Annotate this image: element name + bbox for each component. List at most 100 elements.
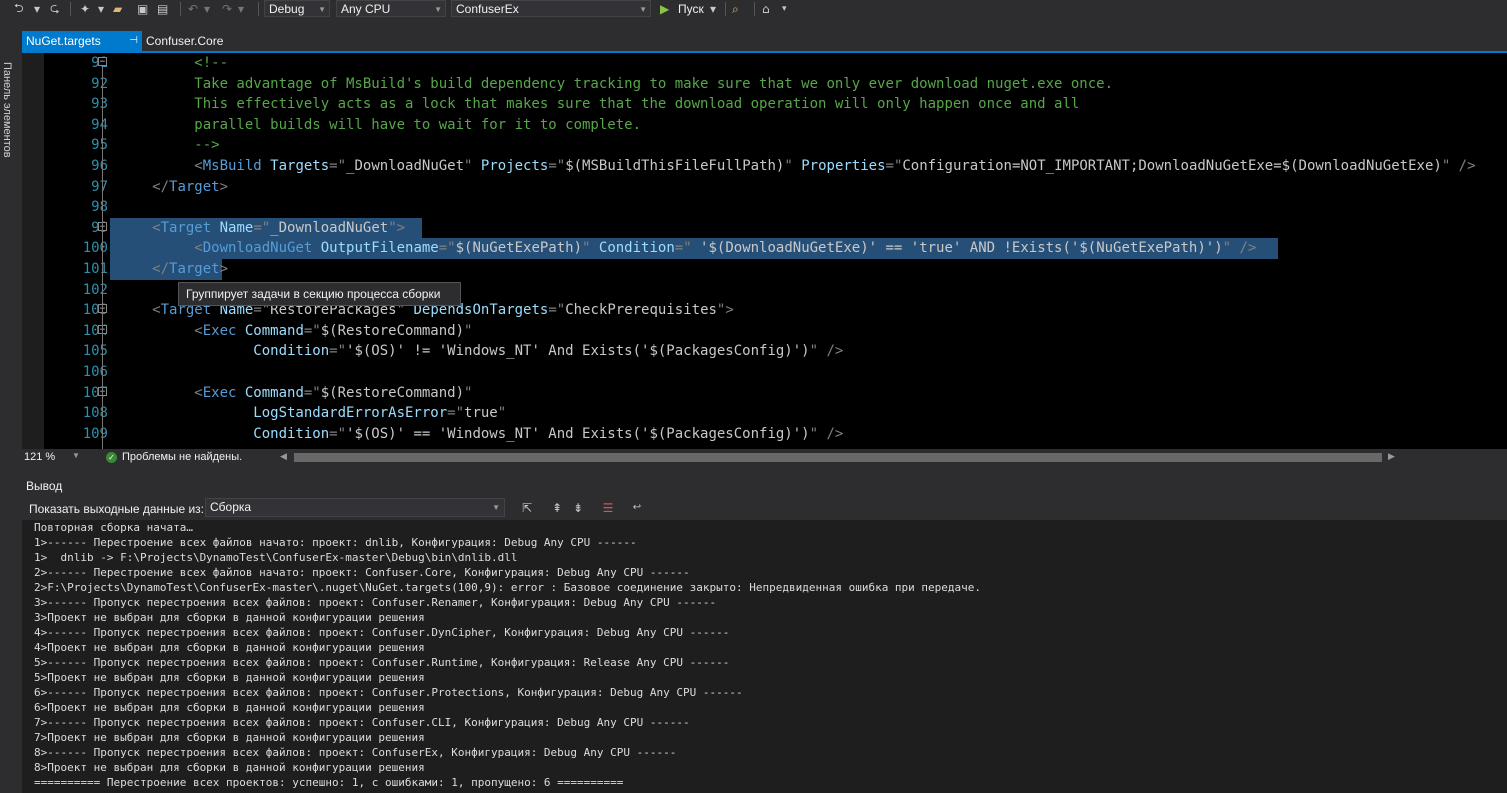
chevron-down-icon[interactable]: ▼ xyxy=(72,451,80,460)
toolbox-side-panel[interactable]: Панель элементов xyxy=(0,28,18,793)
code-line[interactable]: 99− <Target Name="_DownloadNuGet"> xyxy=(22,217,1507,239)
toolbar-overflow-icon[interactable]: ▾ xyxy=(782,2,787,16)
forward-icon[interactable]: ⮎ xyxy=(50,1,60,16)
code-token: DownloadNuGet xyxy=(202,240,313,257)
output-panel-title: Вывод xyxy=(26,479,63,493)
scroll-left-icon[interactable]: ◀ xyxy=(280,451,287,462)
code-line[interactable]: 105 Condition="'$(OS)' != 'Windows_NT' A… xyxy=(22,341,1507,362)
code-token: " xyxy=(497,405,507,422)
solution-configuration-select[interactable]: Debug ▼ xyxy=(264,0,330,17)
issues-status[interactable]: Проблемы не найдены. xyxy=(122,451,242,463)
code-line[interactable]: 106 xyxy=(22,362,1507,383)
word-wrap-icon[interactable]: ↩ xyxy=(629,500,645,516)
dropdown-arrow-icon[interactable]: ▾ xyxy=(34,2,40,16)
code-text: </Target> xyxy=(110,259,228,280)
output-line: 5>Проект не выбран для сборки в данной к… xyxy=(34,671,425,684)
code-token: =" xyxy=(329,425,347,442)
line-number: 101 xyxy=(82,261,108,277)
chevron-down-icon: ▼ xyxy=(434,5,442,14)
code-token: Condition xyxy=(110,425,330,442)
code-line[interactable]: 101 </Target> xyxy=(22,259,1507,280)
code-line[interactable]: 98 xyxy=(22,197,1507,218)
dropdown-arrow-icon[interactable]: ▾ xyxy=(238,2,244,16)
code-text: <Target Name="_DownloadNuGet"> xyxy=(110,218,405,239)
clear-all-icon[interactable]: ☰ xyxy=(600,500,616,516)
code-line[interactable]: 92 Take advantage of MsBuild's build dep… xyxy=(22,74,1507,95)
undo-icon[interactable]: ↶ xyxy=(188,2,198,16)
chevron-down-icon: ▼ xyxy=(318,5,326,14)
code-text: Condition="'$(OS)' == 'Windows_NT' And E… xyxy=(110,424,843,445)
code-line[interactable]: 104− <Exec Command="$(RestoreCommand)" xyxy=(22,321,1507,342)
output-text-area[interactable]: Повторная сборка начата… 1>------ Перестр… xyxy=(22,520,1507,793)
code-line[interactable]: 96 <MsBuild Targets="_DownloadNuGet" Pro… xyxy=(22,156,1507,177)
output-line: Повторная сборка начата… xyxy=(34,521,193,534)
editor-status-strip: 121 % ▼ ✓ Проблемы не найдены. ◀ ▶ xyxy=(22,449,1507,466)
code-token: Command xyxy=(236,384,304,401)
code-token: =" xyxy=(674,240,692,257)
code-line[interactable]: 91− <!-- xyxy=(22,53,1507,74)
play-icon[interactable]: ▶ xyxy=(660,2,669,16)
back-icon[interactable]: ⮌ xyxy=(14,1,24,16)
redo-icon[interactable]: ↷ xyxy=(222,2,232,16)
next-message-icon[interactable]: ⇟ xyxy=(570,500,586,516)
collapse-region-icon[interactable]: − xyxy=(98,57,107,67)
find-in-files-icon[interactable]: ⌕ xyxy=(732,2,739,16)
save-all-icon[interactable]: ▤ xyxy=(157,2,168,16)
code-token: =" xyxy=(303,322,321,339)
code-token: Command xyxy=(236,322,304,339)
code-token: Exec xyxy=(202,322,237,339)
quickinfo-tooltip: Группирует задачи в секцию процесса сбор… xyxy=(178,282,461,306)
start-button[interactable]: Пуск xyxy=(678,2,704,16)
zoom-level[interactable]: 121 % xyxy=(24,451,55,463)
code-token: _DownloadNuGet xyxy=(346,158,465,174)
dropdown-arrow-icon[interactable]: ▾ xyxy=(710,2,716,16)
home-icon[interactable]: ⌂ xyxy=(762,2,770,16)
new-project-icon[interactable]: ✦ xyxy=(80,2,90,16)
code-token: '$(OS)' == 'Windows_NT' And Exists('$(Pa… xyxy=(346,425,810,442)
code-token: Name xyxy=(211,219,254,236)
dropdown-arrow-icon[interactable]: ▾ xyxy=(98,2,104,16)
code-line[interactable]: 97 </Target> xyxy=(22,177,1507,198)
code-text: <MsBuild Targets="_DownloadNuGet" Projec… xyxy=(110,156,1476,177)
tab-nuget-targets[interactable]: NuGet.targets ⊣ xyxy=(22,31,142,51)
find-message-in-code-icon[interactable]: ⇱ xyxy=(519,500,535,516)
output-line: 7>------ Пропуск перестроения всех файло… xyxy=(34,716,690,729)
tab-confuser-core[interactable]: Confuser.Core xyxy=(142,31,227,51)
code-line[interactable]: 107− <Exec Command="$(RestoreCommand)" xyxy=(22,383,1507,404)
code-token: < xyxy=(110,158,203,174)
code-line[interactable]: 100 <DownloadNuGet OutputFilename="$(NuG… xyxy=(22,238,1507,259)
open-folder-icon[interactable]: ▰ xyxy=(113,2,122,16)
code-text: This effectively acts as a lock that mak… xyxy=(110,94,1079,115)
code-token: =" xyxy=(329,158,347,174)
horizontal-scrollbar-thumb[interactable] xyxy=(294,453,1382,462)
startup-project-select[interactable]: ConfuserEx ▼ xyxy=(451,0,651,17)
line-number: 97 xyxy=(91,178,108,195)
code-line[interactable]: 93 This effectively acts as a lock that … xyxy=(22,94,1507,115)
previous-message-icon[interactable]: ⇞ xyxy=(549,500,565,516)
output-source-select[interactable]: Сборка ▼ xyxy=(205,498,505,517)
line-number: 108 xyxy=(82,405,108,422)
code-token: < xyxy=(110,240,203,257)
code-token: Take advantage of MsBuild's build depend… xyxy=(110,75,1114,92)
code-line[interactable]: 95 --> xyxy=(22,135,1507,156)
save-icon[interactable]: ▣ xyxy=(137,2,148,16)
toolbox-label[interactable]: Панель элементов xyxy=(1,62,13,158)
code-line[interactable]: 109 Condition="'$(OS)' == 'Windows_NT' A… xyxy=(22,424,1507,445)
code-editor[interactable]: 91− <!--92 Take advantage of MsBuild's b… xyxy=(22,53,1507,449)
code-line[interactable]: 94 parallel builds will have to wait for… xyxy=(22,115,1507,136)
output-line: 5>------ Пропуск перестроения всех файло… xyxy=(34,656,730,669)
pin-icon[interactable]: ⊣ xyxy=(129,31,138,51)
code-line[interactable]: 108 LogStandardErrorAsError="true" xyxy=(22,403,1507,424)
solution-platform-select[interactable]: Any CPU ▼ xyxy=(336,0,446,17)
scroll-right-icon[interactable]: ▶ xyxy=(1388,451,1395,462)
fold-guide xyxy=(102,67,103,449)
code-token: " /> xyxy=(1441,158,1476,174)
output-line: 1> dnlib -> F:\Projects\DynamoTest\Confu… xyxy=(34,551,518,564)
code-token: " xyxy=(784,158,793,174)
output-line: 2>F:\Projects\DynamoTest\ConfuserEx-mast… xyxy=(34,581,982,594)
line-number: 98 xyxy=(91,199,108,216)
code-token: =" xyxy=(438,240,456,257)
output-line: 8>------ Пропуск перестроения всех файло… xyxy=(34,746,677,759)
dropdown-arrow-icon[interactable]: ▾ xyxy=(204,2,210,16)
code-token: " /> xyxy=(809,425,844,442)
